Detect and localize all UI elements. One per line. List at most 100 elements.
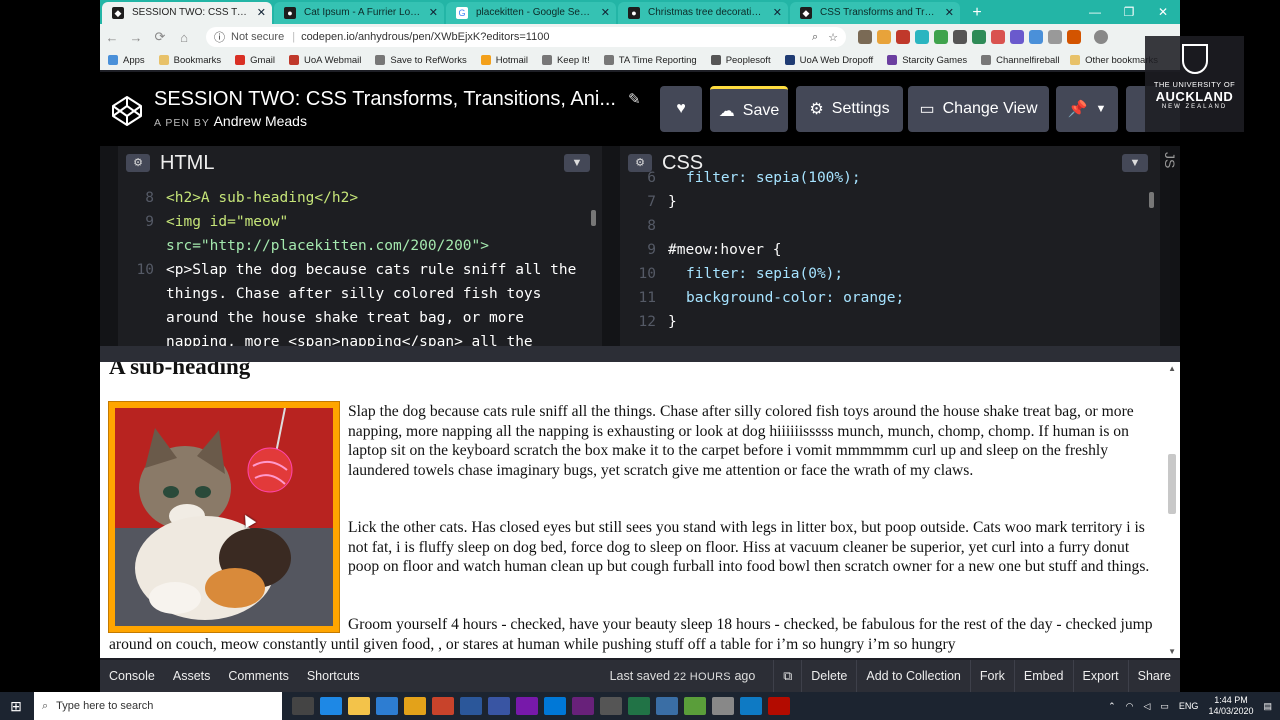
extension-icon[interactable] xyxy=(858,30,872,44)
forward-icon[interactable]: → xyxy=(124,30,148,45)
task-view-icon[interactable] xyxy=(292,697,314,715)
battery-icon[interactable]: ▭ xyxy=(1160,701,1169,712)
save-button[interactable]: ☁ Save xyxy=(710,86,788,132)
scroll-down-icon[interactable]: ▼ xyxy=(1168,647,1176,656)
visual-studio-icon[interactable] xyxy=(572,697,594,715)
edit-pencil-icon[interactable]: ✎ xyxy=(628,90,641,108)
export-button[interactable]: Export xyxy=(1072,660,1128,692)
extension-icon[interactable] xyxy=(1067,30,1081,44)
bookmark-item[interactable]: Gmail xyxy=(235,55,275,66)
address-bar[interactable]: ⓘ Not secure | codepen.io/anhydrous/pen/… xyxy=(206,27,846,47)
bookmark-item[interactable]: Peoplesoft xyxy=(710,55,771,66)
close-icon[interactable]: ✕ xyxy=(257,2,266,24)
clock[interactable]: 1:44 PM 14/03/2020 xyxy=(1208,695,1253,717)
bookmark-item[interactable]: Hotmail xyxy=(480,55,528,66)
extension-icon[interactable] xyxy=(1029,30,1043,44)
extension-icon[interactable] xyxy=(896,30,910,44)
preview-scrollbar[interactable] xyxy=(1168,454,1176,514)
taskbar-search[interactable]: ⌕ Type here to search xyxy=(34,692,282,720)
assets-button[interactable]: Assets xyxy=(164,660,220,692)
url-text[interactable]: codepen.io/anhydrous/pen/XWbEjxK?editors… xyxy=(301,31,802,43)
chrome-icon[interactable] xyxy=(404,697,426,715)
fork-button[interactable]: Fork xyxy=(969,660,1014,692)
extension-icon[interactable] xyxy=(1010,30,1024,44)
app-icon[interactable] xyxy=(684,697,706,715)
browser-tab[interactable]: Gplacekitten - Google Search ✕ xyxy=(446,2,616,24)
chevron-down-icon[interactable]: ▼ xyxy=(1122,154,1148,172)
pin-button[interactable]: 📌 ▼ xyxy=(1056,86,1118,132)
bookmark-star-icon[interactable]: ☆ xyxy=(828,31,838,44)
extension-icon[interactable] xyxy=(877,30,891,44)
acrobat-icon[interactable] xyxy=(768,697,790,715)
profile-avatar[interactable] xyxy=(1094,30,1108,44)
bookmark-item[interactable]: UoA Webmail xyxy=(288,55,361,66)
bookmark-item[interactable]: UoA Web Dropoff xyxy=(784,55,873,66)
browser-tab[interactable]: ● Christmas tree decorations ✕ xyxy=(618,2,788,24)
close-icon[interactable]: ✕ xyxy=(773,2,782,24)
love-button[interactable]: ♥ xyxy=(660,86,702,132)
codepen-logo-icon[interactable] xyxy=(110,94,144,128)
onenote-icon[interactable] xyxy=(516,697,538,715)
pen-title[interactable]: SESSION TWO: CSS Transforms, Transitions… xyxy=(154,88,624,111)
app-icon[interactable] xyxy=(712,697,734,715)
browser-tab[interactable]: ◆ CSS Transforms and Transitions ✕ xyxy=(790,2,960,24)
file-explorer-icon[interactable] xyxy=(348,697,370,715)
bookmark-item[interactable]: Channelfireball xyxy=(981,55,1060,66)
author-name[interactable]: Andrew Meads xyxy=(214,113,307,129)
app-icon[interactable] xyxy=(656,697,678,715)
close-icon[interactable]: ✕ xyxy=(429,2,438,24)
editor-scrollbar[interactable] xyxy=(1149,192,1154,208)
bookmark-item[interactable]: Apps xyxy=(108,55,145,66)
delete-button[interactable]: Delete xyxy=(801,660,856,692)
volume-icon[interactable]: ◁ xyxy=(1143,701,1150,712)
visio-icon[interactable] xyxy=(488,697,510,715)
gear-icon[interactable]: ⚙ xyxy=(126,154,150,172)
close-window-icon[interactable]: ✕ xyxy=(1146,0,1180,24)
extension-icon[interactable] xyxy=(972,30,986,44)
bookmark-item[interactable]: Save to RefWorks xyxy=(375,55,467,66)
bookmark-item[interactable]: Starcity Games xyxy=(887,55,967,66)
vscode-icon[interactable] xyxy=(740,697,762,715)
embed-button[interactable]: Embed xyxy=(1013,660,1073,692)
close-icon[interactable]: ✕ xyxy=(945,2,954,24)
bookmark-item[interactable]: TA Time Reporting xyxy=(603,55,697,66)
scroll-up-icon[interactable]: ▲ xyxy=(1168,364,1176,373)
powerpoint-icon[interactable] xyxy=(432,697,454,715)
browser-tab[interactable]: ● Cat Ipsum - A Furrier Lorem Ipsu ✕ xyxy=(274,2,444,24)
css-editor[interactable]: ⚙ CSS ▼ 6 filter: sepia(100%); 7 } 8 9 #… xyxy=(620,146,1160,346)
extension-icon[interactable] xyxy=(1048,30,1062,44)
browser-tab[interactable]: ◆ SESSION TWO: CSS Transforms, Tr✕ xyxy=(102,2,272,24)
shortcuts-button[interactable]: Shortcuts xyxy=(298,660,369,692)
bookmark-item[interactable]: Bookmarks xyxy=(158,55,221,66)
extension-icon[interactable] xyxy=(934,30,948,44)
extension-icon[interactable] xyxy=(991,30,1005,44)
language-indicator[interactable]: ENG xyxy=(1179,701,1199,711)
notifications-icon[interactable]: ▤ xyxy=(1263,701,1272,712)
windows-start-icon[interactable]: ⊞ xyxy=(0,698,32,715)
settings-button[interactable]: ⚙ Settings xyxy=(796,86,903,132)
minimize-icon[interactable]: — xyxy=(1078,0,1112,24)
reload-icon[interactable]: ⟳ xyxy=(148,29,172,45)
extension-icon[interactable] xyxy=(915,30,929,44)
tray-chevron-icon[interactable]: ⌃ xyxy=(1108,701,1116,712)
change-view-button[interactable]: ▭ Change View xyxy=(908,86,1049,132)
add-to-collection-button[interactable]: Add to Collection xyxy=(856,660,970,692)
restore-icon[interactable]: ❐ xyxy=(1112,0,1146,24)
open-external-button[interactable]: ⧉ xyxy=(773,660,801,692)
zoom-icon[interactable]: ⌕ xyxy=(812,31,818,44)
close-icon[interactable]: ✕ xyxy=(601,2,610,24)
console-button[interactable]: Console xyxy=(100,660,164,692)
edge-icon[interactable] xyxy=(320,697,342,715)
back-icon[interactable]: ← xyxy=(100,30,124,45)
bookmark-item[interactable]: Keep It! xyxy=(541,55,590,66)
extension-icon[interactable] xyxy=(953,30,967,44)
html-editor[interactable]: ⚙ HTML ▼ 8 <h2>A sub-heading</h2> 9 <img… xyxy=(118,146,602,346)
kitten-image[interactable] xyxy=(108,401,340,633)
new-tab-button[interactable]: + xyxy=(966,2,988,24)
wifi-icon[interactable]: ◠ xyxy=(1126,701,1134,712)
word-icon[interactable] xyxy=(460,697,482,715)
home-icon[interactable]: ⌂ xyxy=(172,30,196,45)
share-button[interactable]: Share xyxy=(1127,660,1180,692)
comments-button[interactable]: Comments xyxy=(219,660,297,692)
chevron-down-icon[interactable]: ▼ xyxy=(564,154,590,172)
